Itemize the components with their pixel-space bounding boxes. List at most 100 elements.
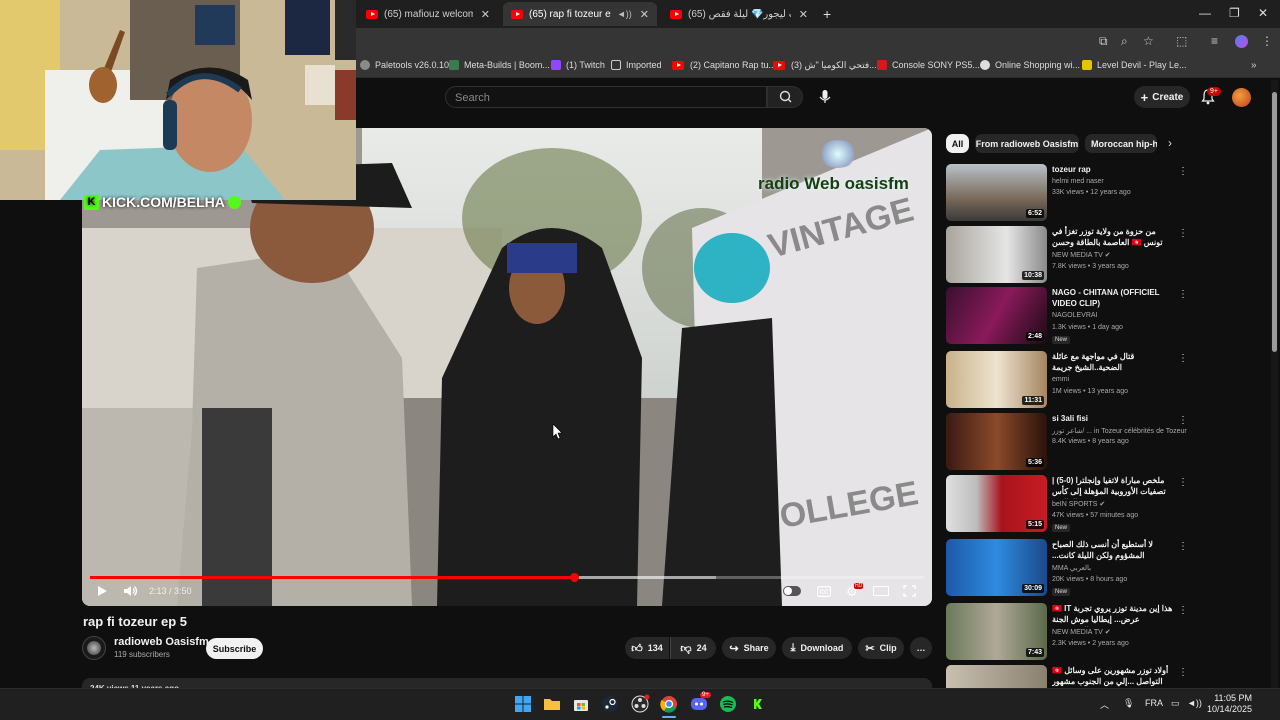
chip-all[interactable]: All [946, 134, 969, 153]
scissors-icon: ✂ [865, 642, 875, 655]
watermark-text: radio Web oasisfm [758, 174, 909, 193]
obs-icon[interactable] [630, 694, 650, 714]
more-actions-button[interactable]: … [910, 637, 932, 659]
recommendation-item[interactable]: 5:36 si 3ali fisi شاعر توزر/ ... in Toze… [946, 413, 1196, 471]
search-button[interactable] [767, 86, 803, 108]
progress-scrubber-handle[interactable] [570, 573, 579, 582]
taskbar-clock[interactable]: 11:05 PM 10/14/2025 [1207, 693, 1252, 715]
video-title: أولاد توزر مشهورين على وسائل 🇹🇳 التواصل … [1052, 666, 1169, 686]
more-options-icon[interactable]: ⋮ [1178, 353, 1188, 364]
theater-mode-icon[interactable] [873, 586, 889, 596]
browser-tab-3[interactable]: (65) طلقت ليجور💎 ليلة فقص ✕ [662, 2, 816, 26]
profile-avatar[interactable] [1235, 35, 1248, 48]
more-options-icon[interactable]: ⋮ [1178, 415, 1188, 426]
extensions-icon[interactable]: ⬚ [1176, 34, 1187, 48]
volume-icon[interactable] [123, 585, 139, 597]
clip-button[interactable]: ✂ Clip [858, 637, 904, 659]
autoplay-toggle[interactable] [783, 586, 801, 596]
tray-overflow-chevron-icon[interactable]: ︿ [1100, 698, 1109, 711]
bookmark-item[interactable]: (1) Twitch [551, 60, 605, 70]
fullscreen-icon[interactable] [903, 585, 916, 597]
recommendation-item[interactable]: 10:38 من حزوة من ولاية توزر تغزأ في تونس… [946, 226, 1196, 284]
chip-moroccan-hiphop[interactable]: Moroccan hip-ho [1085, 134, 1157, 153]
language-indicator[interactable]: FRA [1145, 698, 1163, 708]
play-icon[interactable] [96, 585, 108, 597]
video-meta: 2.3K views • 2 years ago [1052, 640, 1129, 647]
network-icon[interactable]: ▭ [1171, 698, 1180, 709]
restore-icon[interactable]: ❐ [1229, 6, 1240, 20]
more-options-icon[interactable]: ⋮ [1178, 477, 1188, 488]
close-window-icon[interactable]: ✕ [1258, 6, 1268, 20]
recommendation-item[interactable]: 6:52 tozeur rap helmi med naser 33K view… [946, 164, 1196, 222]
share-button[interactable]: ↪ Share [722, 637, 776, 659]
plus-icon: + [1140, 89, 1149, 105]
more-options-icon[interactable]: ⋮ [1178, 228, 1188, 239]
bookmark-star-icon[interactable]: ☆ [1143, 34, 1154, 48]
account-avatar[interactable] [1232, 88, 1251, 107]
recommendation-item[interactable]: 5:15 ملخص مباراة لاتفيا وإنجلترا (0-5) |… [946, 475, 1196, 533]
bookmark-item[interactable]: (3) فتحي الكوميا "ش... [773, 60, 877, 71]
browser-tab-1[interactable]: (65) mafiouz welcome to gafsa ✕ [358, 2, 498, 26]
recommendation-item[interactable]: 11:31 قتال في مواجهة مع عائلة الضحية..ال… [946, 351, 1196, 409]
download-button[interactable]: ⤓ Download [782, 637, 852, 659]
folder-icon [611, 60, 621, 70]
minimize-icon[interactable]: — [1199, 6, 1211, 20]
bookmark-label: (3) فتحي الكوميا "ش... [791, 60, 877, 70]
bookmark-item[interactable]: Paletools v26.0.10 [360, 60, 449, 70]
close-icon[interactable]: ✕ [791, 8, 808, 21]
bookmark-item[interactable]: (2) Capitano Rap tu... [672, 60, 776, 70]
bookmarks-overflow-icon[interactable]: » [1251, 60, 1257, 71]
steam-icon[interactable] [600, 694, 620, 714]
browser-tab-2-active[interactable]: (65) rap fi tozeur ep 5 - You ◄)) ✕ [503, 2, 657, 26]
like-button[interactable]: 👍︎ 134 [625, 637, 669, 659]
more-options-icon[interactable]: ⋮ [1178, 289, 1188, 300]
subscribe-button[interactable]: Subscribe [206, 638, 263, 659]
bookmark-folder[interactable]: Imported [611, 60, 662, 70]
channel-name[interactable]: radioweb Oasisfm [114, 636, 209, 648]
more-options-icon[interactable]: ⋮ [1178, 667, 1188, 678]
channel-name: emmi [1052, 376, 1070, 383]
voice-search-button[interactable] [813, 86, 837, 108]
speaker-icon[interactable]: ◄)) [617, 9, 632, 19]
recommendation-item[interactable]: أولاد توزر مشهورين على وسائل 🇹🇳 التواصل … [946, 665, 1196, 688]
bookmark-item[interactable]: Online Shopping wi... [980, 60, 1080, 70]
channel-avatar[interactable] [82, 636, 106, 660]
close-icon[interactable]: ✕ [632, 8, 649, 21]
close-icon[interactable]: ✕ [473, 8, 490, 21]
more-options-icon[interactable]: ⋮ [1178, 166, 1188, 177]
kick-app-icon[interactable] [748, 694, 768, 714]
windows-start-icon[interactable] [513, 694, 533, 714]
channel-name: NEW MEDIA TV [1052, 252, 1103, 259]
bookmark-item[interactable]: Console SONY PS5... [877, 60, 980, 70]
speaker-tray-icon[interactable]: ◄)) [1187, 698, 1202, 708]
search-input[interactable]: Search [445, 86, 767, 108]
new-tab-button[interactable]: + [823, 6, 831, 22]
recommendation-item[interactable]: 7:43 هذا إين مدينة توزر يروي تجربة 🇹🇳 IT… [946, 603, 1196, 661]
new-badge: New [1052, 524, 1071, 532]
more-options-icon[interactable]: ⋮ [1178, 541, 1188, 552]
notification-count-badge: 9+ [1207, 87, 1221, 96]
channel-name-row: NEW MEDIA TV ✔ [1052, 251, 1111, 259]
install-app-icon[interactable]: ⧉ [1099, 34, 1108, 49]
bookmark-item[interactable]: Meta-Builds | Boom... [449, 60, 550, 70]
chip-from-channel[interactable]: From radioweb Oasisfm [975, 134, 1079, 153]
recommendation-item[interactable]: 2:48 NAGO - CHITANA (OFFICIEL VIDEO CLIP… [946, 287, 1196, 345]
media-control-icon[interactable]: ≡ [1211, 34, 1218, 48]
create-button[interactable]: + Create [1134, 86, 1190, 108]
subtitles-icon[interactable]: CC [817, 586, 831, 597]
microphone-tray-icon[interactable]: 🎙︎ [1123, 698, 1134, 709]
bookmark-label: Online Shopping wi... [995, 60, 1081, 70]
browser-menu-icon[interactable]: ⋮ [1261, 34, 1273, 48]
scrollbar-thumb[interactable] [1272, 92, 1277, 352]
radio-watermark-logo: radio Web oasisfm [758, 140, 928, 200]
recommendation-item[interactable]: 30:09 لا أستطيع أن أنسى ذلك الصباح المشؤ… [946, 539, 1196, 597]
file-explorer-icon[interactable] [542, 694, 562, 714]
chevron-right-icon[interactable]: › [1168, 136, 1172, 150]
bookmark-item[interactable]: Level Devil - Play Le... [1082, 60, 1187, 70]
more-options-icon[interactable]: ⋮ [1178, 605, 1188, 616]
chrome-icon[interactable] [659, 694, 679, 714]
zoom-icon[interactable]: ⌕ [1121, 34, 1128, 49]
microsoft-store-icon[interactable] [571, 694, 591, 714]
spotify-icon[interactable] [718, 694, 738, 714]
dislike-button[interactable]: 👎︎ 24 [670, 637, 716, 659]
